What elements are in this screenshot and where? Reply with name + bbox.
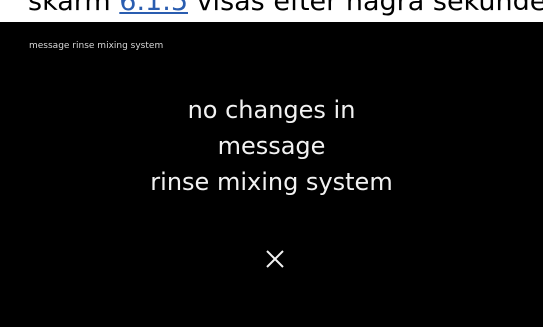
document-caption-text: skärm 6.1.5 visas efter några sekunder	[28, 0, 543, 18]
close-icon	[266, 250, 284, 268]
device-screen: message rinse mixing system no changes i…	[0, 22, 543, 327]
message-line-2: message	[217, 132, 326, 160]
message-line-3: rinse mixing system	[150, 168, 393, 196]
screen-header-title: message rinse mixing system	[29, 41, 164, 51]
message-line-1: no changes in	[187, 96, 356, 124]
message-block: no changes in message rinse mixing syste…	[0, 92, 543, 200]
caption-suffix: visas efter några sekunder	[188, 0, 543, 17]
caption-screen-link[interactable]: 6.1.5	[119, 0, 188, 17]
document-caption: skärm 6.1.5 visas efter några sekunder	[0, 0, 543, 22]
caption-prefix: skärm	[28, 0, 120, 17]
close-button[interactable]	[262, 246, 288, 272]
